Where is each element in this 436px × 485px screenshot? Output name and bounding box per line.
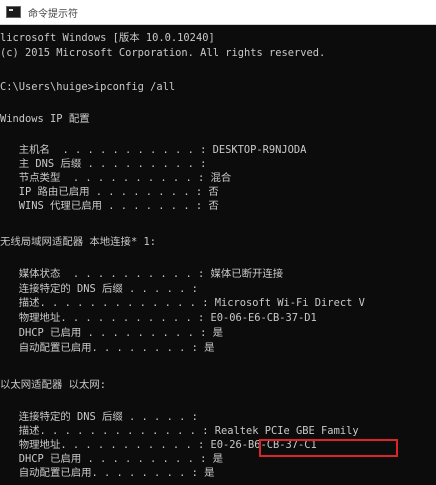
console-line: 自动配置已启用. . . . . . . . : 是: [0, 467, 215, 479]
console-line: 无线局域网适配器 本地连接* 1:: [0, 236, 156, 248]
console-line: Windows IP 配置: [0, 113, 90, 125]
console-line: DHCP 已启用 . . . . . . . . . : 是: [0, 327, 223, 339]
console-line: 节点类型 . . . . . . . . . . : 混合: [0, 172, 232, 184]
console-line: 连接特定的 DNS 后缀 . . . . . :: [0, 411, 198, 423]
console-line: licrosoft Windows [版本 10.0.10240]: [0, 32, 215, 44]
console-output[interactable]: licrosoft Windows [版本 10.0.10240] (c) 20…: [0, 28, 436, 485]
console-line: 主机名 . . . . . . . . . . . : DESKTOP-R9NJ…: [0, 144, 307, 156]
console-line: 描述. . . . . . . . . . . . . : Realtek PC…: [0, 425, 359, 437]
console-line: C:\Users\huige>ipconfig /all: [0, 81, 176, 93]
console-line: WINS 代理已启用 . . . . . . . : 否: [0, 200, 219, 212]
console-line: 连接特定的 DNS 后缀 . . . . . :: [0, 283, 198, 295]
mac-address-highlight: [259, 439, 398, 457]
console-line: 主 DNS 后缀 . . . . . . . . . :: [0, 158, 207, 170]
console-line: DHCP 已启用 . . . . . . . . . : 是: [0, 453, 223, 465]
console-line: 自动配置已启用. . . . . . . . : 是: [0, 342, 215, 354]
console-line: (c) 2015 Microsoft Corporation. All righ…: [0, 47, 326, 59]
console-line: 媒体状态 . . . . . . . . . . : 媒体已断开连接: [0, 268, 284, 280]
console-line: 物理地址. . . . . . . . . . . : E0-06-E6-CB-…: [0, 312, 317, 324]
window-title: 命令提示符: [28, 8, 78, 20]
console-line: 以太网适配器 以太网:: [0, 379, 107, 391]
cmd-icon: [6, 6, 21, 18]
console-line: 描述. . . . . . . . . . . . . : Microsoft …: [0, 297, 365, 309]
window-titlebar: 命令提示符: [0, 0, 436, 25]
console-line: IP 路由已启用 . . . . . . . . : 否: [0, 186, 219, 198]
